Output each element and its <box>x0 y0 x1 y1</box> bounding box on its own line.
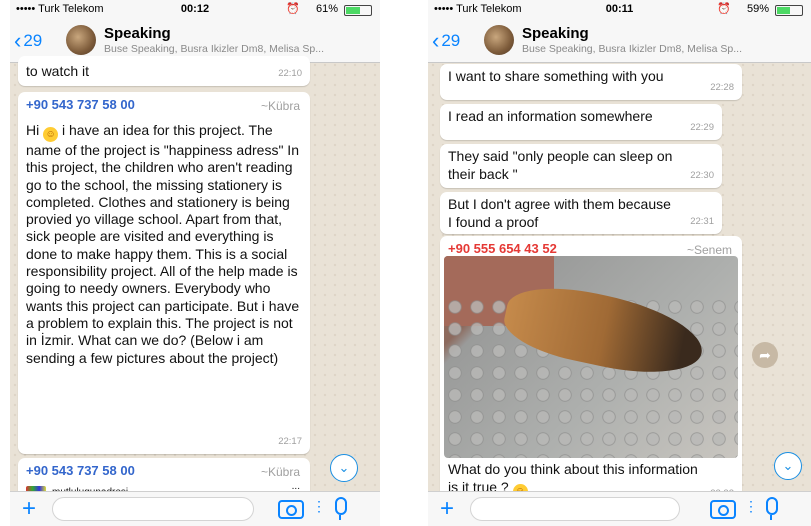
back-chevron-icon: ‹ <box>14 28 22 53</box>
battery-percent: 59% <box>746 3 769 15</box>
message-time: 22:31 <box>690 216 714 227</box>
message-bubble[interactable]: But I don't agree with them because I fo… <box>440 192 722 234</box>
message-bubble[interactable]: +90 543 737 58 00 ~Kübra Hi ☺ i have an … <box>18 92 310 454</box>
mic-icon[interactable] <box>766 497 778 520</box>
forward-icon[interactable]: ➦ <box>752 342 778 368</box>
separator-dots: ⋮ <box>312 498 326 514</box>
message-time: 22:17 <box>278 436 302 447</box>
camera-icon[interactable] <box>710 500 736 519</box>
dog-photo[interactable] <box>444 256 738 458</box>
message-time: 22:28 <box>710 82 734 93</box>
message-bubble[interactable]: They said "only people can sleep on thei… <box>440 144 722 188</box>
message-input[interactable] <box>470 497 680 521</box>
message-bubble[interactable]: to watch it 22:10 <box>18 56 310 86</box>
message-text: Hi ☺ i have an idea for this project. Th… <box>18 116 310 367</box>
message-text: But I don't agree with them because I fo… <box>448 196 671 230</box>
left-phone-screenshot: ••••• Turk Telekom 00:12 ⏰ 61% ‹ 29 Speak… <box>10 0 380 526</box>
battery-icon <box>775 5 803 16</box>
message-text-rest: i have an idea for this project. The nam… <box>26 122 300 366</box>
back-button[interactable]: ‹ 29 <box>432 28 460 54</box>
message-list[interactable]: to watch it 22:10 +90 543 737 58 00 ~Küb… <box>10 56 380 498</box>
battery-percent: 61% <box>315 3 338 15</box>
message-time: 22:29 <box>690 122 714 133</box>
message-list[interactable]: I want to share something with you 22:28… <box>428 62 811 506</box>
right-phone-screenshot: ••••• Turk Telekom 00:11 ⏰ 59% ‹ 29 Speak… <box>428 0 811 526</box>
battery-icon <box>344 5 372 16</box>
message-text: I want to share something with you <box>448 68 664 84</box>
chat-header: ‹ 29 Speaking Buse Speaking, Busra Ikizle… <box>428 18 811 63</box>
photo-message-bubble[interactable]: +90 555 654 43 52 ~Senem What do you thi… <box>440 236 742 506</box>
message-time: 22:10 <box>278 68 302 79</box>
scroll-down-icon[interactable]: ⌄ <box>774 452 802 480</box>
message-text: They said "only people can sleep on thei… <box>448 148 673 182</box>
plus-icon[interactable]: + <box>22 495 36 523</box>
plus-icon[interactable]: + <box>440 495 454 523</box>
back-chevron-icon: ‹ <box>432 28 440 53</box>
back-button[interactable]: ‹ 29 <box>14 28 42 54</box>
group-title[interactable]: Speaking <box>104 25 171 42</box>
status-bar: ••••• Turk Telekom 00:11 ⏰ 59% <box>428 0 811 18</box>
group-title[interactable]: Speaking <box>522 25 589 42</box>
unread-count: 29 <box>441 31 461 50</box>
message-text: I read an information somewhere <box>448 108 653 124</box>
message-bubble[interactable]: I want to share something with you 22:28 <box>440 64 742 100</box>
camera-icon[interactable] <box>278 500 304 519</box>
message-time: 22:30 <box>690 170 714 181</box>
group-avatar[interactable] <box>66 25 96 55</box>
input-bar: + ⋮ <box>428 491 811 526</box>
group-members[interactable]: Buse Speaking, Busra Ikizler Dm8, Melisa… <box>104 43 324 55</box>
sender-name: ~Kübra <box>260 99 300 113</box>
message-text-lead: Hi <box>26 122 44 138</box>
message-text: to watch it <box>26 63 90 79</box>
alarm-icon: ⏰ <box>286 3 300 15</box>
scroll-down-icon[interactable]: ⌄ <box>330 454 358 482</box>
emoji-icon: ☺ <box>43 127 59 142</box>
message-input[interactable] <box>52 497 254 521</box>
group-members[interactable]: Buse Speaking, Busra Ikizler Dm8, Melisa… <box>522 43 742 55</box>
separator-dots: ⋮ <box>744 498 758 514</box>
group-avatar[interactable] <box>484 25 514 55</box>
unread-count: 29 <box>23 31 43 50</box>
status-bar: ••••• Turk Telekom 00:12 ⏰ 61% <box>10 0 380 18</box>
alarm-icon: ⏰ <box>717 3 731 15</box>
input-bar: + ⋮ <box>10 491 380 526</box>
mic-icon[interactable] <box>335 497 347 520</box>
message-bubble[interactable]: I read an information somewhere 22:29 <box>440 104 722 140</box>
photo-caption-text: What do you think about this information… <box>448 461 698 495</box>
